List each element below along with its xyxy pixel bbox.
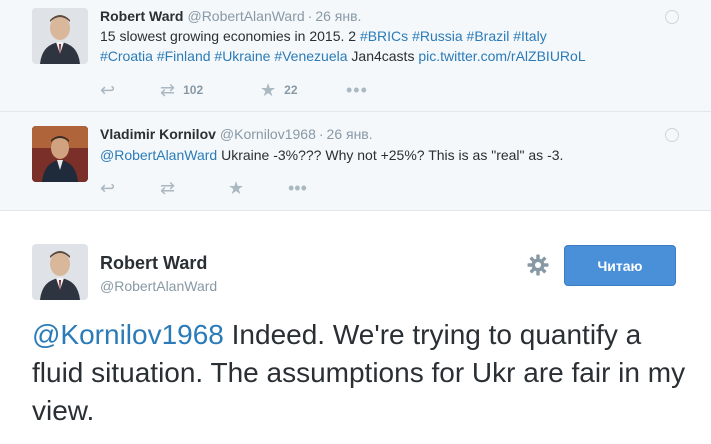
- more-icon: •••: [346, 80, 368, 100]
- star-icon: ★: [228, 178, 245, 198]
- author-name[interactable]: Robert Ward: [100, 253, 207, 274]
- hashtag-link[interactable]: #Ukraine: [214, 48, 270, 64]
- tweet-header: Vladimir Kornilov @Kornilov1968 · 26 янв.: [100, 125, 373, 143]
- avatar[interactable]: [32, 8, 88, 64]
- separator-dot: ·: [307, 8, 313, 24]
- pic-link[interactable]: pic.twitter.com/rAlZBIURoL: [418, 48, 585, 64]
- favorite-button[interactable]: ★: [228, 178, 244, 198]
- tweet-text-mid: Jan4casts: [351, 48, 415, 64]
- more-button[interactable]: •••: [288, 178, 307, 198]
- avatar[interactable]: [32, 126, 88, 182]
- globe-icon: [665, 128, 679, 142]
- author-name[interactable]: Vladimir Kornilov: [100, 126, 216, 142]
- hashtag-link[interactable]: #Italy: [513, 28, 546, 44]
- hashtag-link[interactable]: #Venezuela: [274, 48, 347, 64]
- more-icon: •••: [288, 178, 307, 198]
- hashtag-link[interactable]: #Croatia: [100, 48, 153, 64]
- mention-link[interactable]: @RobertAlanWard: [100, 147, 217, 163]
- retweet-button[interactable]: ⇄ 102: [160, 80, 203, 100]
- main-tweet-text: @Kornilov1968 Indeed. We're trying to qu…: [32, 316, 692, 430]
- author-handle[interactable]: @RobertAlanWard: [100, 278, 217, 294]
- reply-icon: ↩: [100, 178, 116, 198]
- tweet-time[interactable]: 26 янв.: [327, 126, 373, 142]
- author-handle[interactable]: @Kornilov1968: [220, 126, 316, 142]
- tweet-text-body: Ukraine -3%??? Why not +25%? This is as …: [217, 147, 564, 163]
- avatar[interactable]: [32, 244, 88, 300]
- mention-link[interactable]: @Kornilov1968: [32, 319, 224, 350]
- gear-icon[interactable]: [527, 254, 549, 276]
- hashtag-link[interactable]: #Finland: [157, 48, 211, 64]
- retweet-icon: ⇄: [160, 178, 176, 198]
- tweet-text: 15 slowest growing economies in 2015. 2 …: [100, 26, 680, 66]
- tweet-text-prefix: 15 slowest growing economies in 2015. 2: [100, 28, 360, 44]
- star-icon: ★: [260, 80, 277, 100]
- author-handle[interactable]: @RobertAlanWard: [187, 8, 304, 24]
- hashtag-link[interactable]: #Brazil: [467, 28, 510, 44]
- retweet-icon: ⇄: [160, 80, 176, 100]
- hashtag-link[interactable]: #BRICs: [360, 28, 408, 44]
- retweet-button[interactable]: ⇄: [160, 178, 175, 198]
- tweet-text: @RobertAlanWard Ukraine -3%??? Why not +…: [100, 145, 680, 165]
- author-name[interactable]: Robert Ward: [100, 8, 183, 24]
- hashtag-link[interactable]: #Russia: [412, 28, 463, 44]
- reply-icon: ↩: [100, 80, 116, 100]
- globe-icon: [665, 10, 679, 24]
- retweet-count: 102: [183, 83, 204, 97]
- more-button[interactable]: •••: [346, 80, 368, 100]
- follow-button[interactable]: Читаю: [564, 245, 676, 286]
- reply-button[interactable]: ↩: [100, 178, 115, 198]
- tweet-time[interactable]: 26 янв.: [315, 8, 361, 24]
- reply-button[interactable]: ↩: [100, 80, 115, 100]
- favorite-button[interactable]: ★ 22: [260, 80, 298, 100]
- separator-dot: ·: [318, 126, 324, 142]
- favorite-count: 22: [284, 83, 298, 97]
- tweet-header: Robert Ward @RobertAlanWard · 26 янв.: [100, 7, 361, 25]
